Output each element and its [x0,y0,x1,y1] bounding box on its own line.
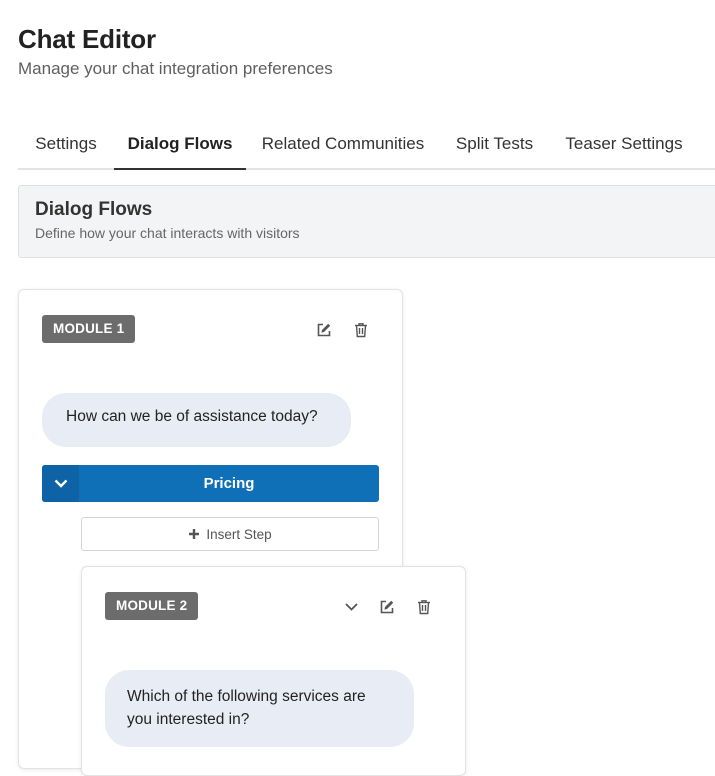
module-badge: MODULE 2 [105,592,199,620]
module-card: MODULE 2 Which of the following services… [81,566,466,776]
section-description: Define how your chat interacts with visi… [35,225,300,241]
module-badge: MODULE 1 [42,315,136,343]
tab-bar: Settings Dialog Flows Related Communitie… [18,120,715,170]
section-title: Dialog Flows [35,199,153,220]
tab-settings[interactable]: Settings [18,120,114,170]
page-title: Chat Editor [18,24,156,54]
page-subtitle: Manage your chat integration preferences [18,59,333,78]
trash-icon[interactable] [415,598,433,616]
insert-step-button[interactable]: Insert Step [81,517,379,551]
trash-icon[interactable] [352,321,370,339]
section-header: Dialog Flows Define how your chat intera… [18,185,715,258]
tab-related-communities[interactable]: Related Communities [246,120,440,170]
edit-icon[interactable] [315,321,333,339]
plus-icon [189,529,200,539]
chevron-down-icon[interactable] [342,598,360,616]
chat-bubble: How can we be of assistance today? [42,393,351,447]
tab-dialog-flows[interactable]: Dialog Flows [114,120,246,170]
answer-option-pricing[interactable]: Pricing [42,465,379,502]
edit-icon[interactable] [378,598,396,616]
chevron-down-icon[interactable] [42,465,79,502]
answer-label: Pricing [203,475,255,492]
chat-bubble: Which of the following services are you … [105,670,414,747]
tab-split-tests[interactable]: Split Tests [440,120,549,170]
insert-step-label: Insert Step [206,526,272,542]
tab-teaser-settings[interactable]: Teaser Settings [549,120,699,170]
